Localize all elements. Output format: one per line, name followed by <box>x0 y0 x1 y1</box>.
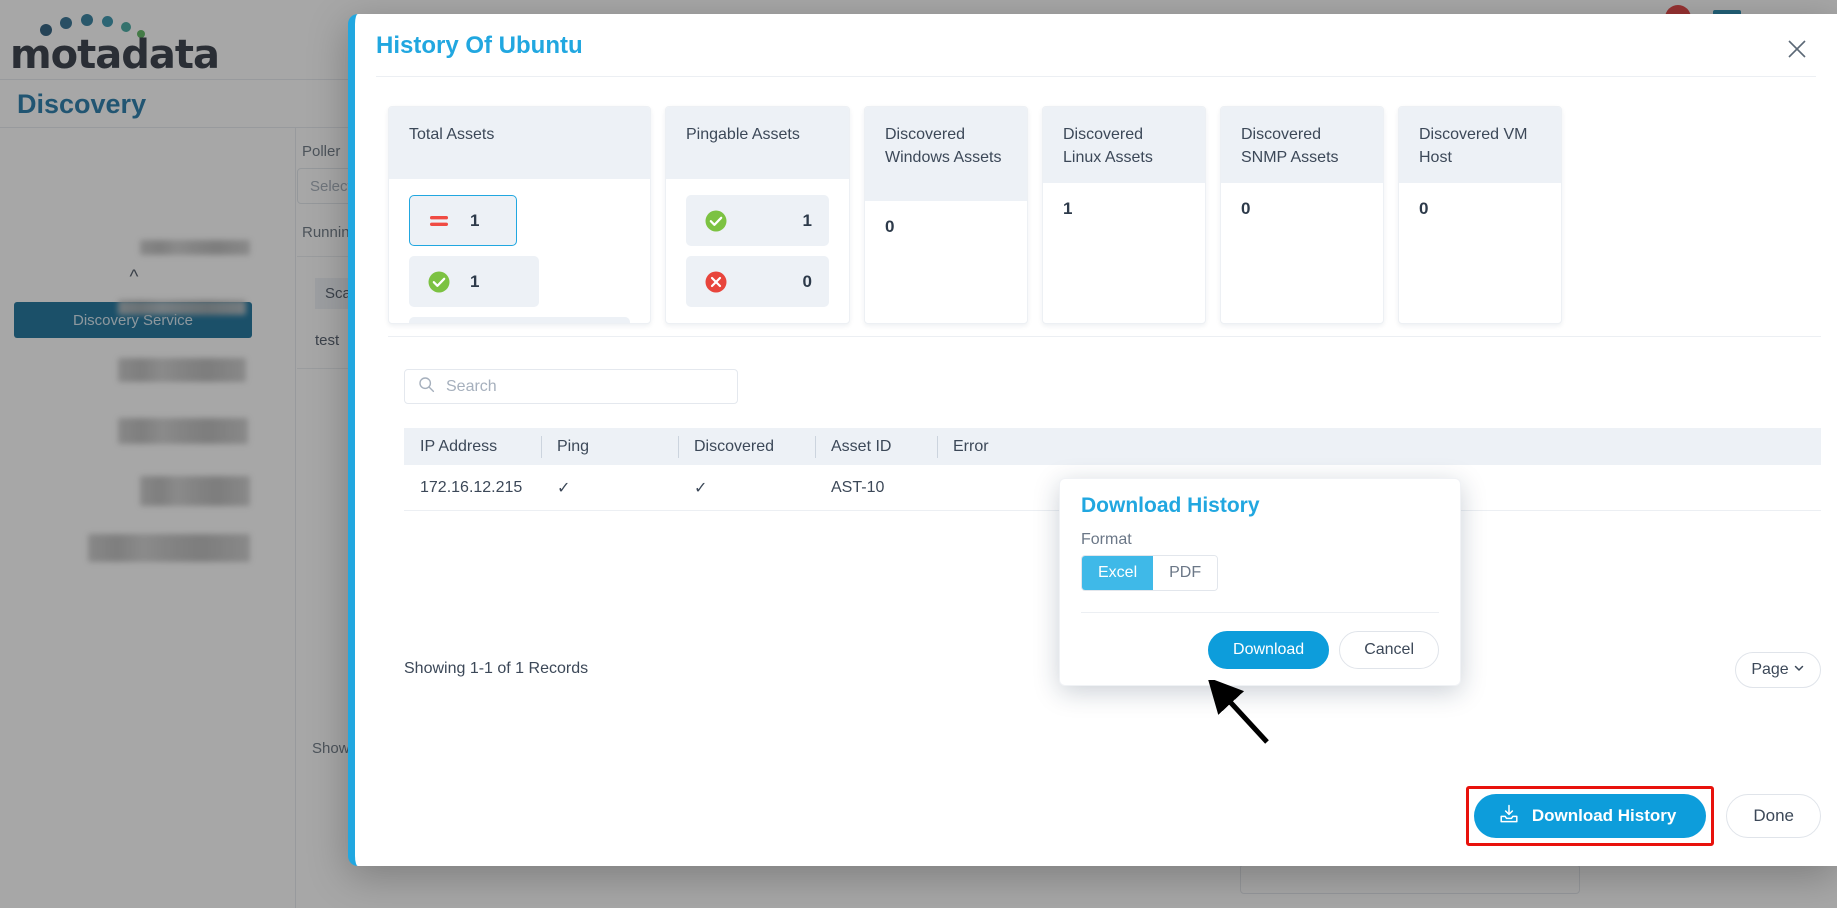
tile-total-unknown[interactable]: 1 <box>409 195 517 246</box>
column-header-ping[interactable]: Ping <box>541 436 678 458</box>
equals-icon <box>426 208 452 234</box>
tile-ping-success[interactable]: 1 <box>686 195 829 246</box>
close-icon[interactable] <box>1784 36 1810 62</box>
modal-header: History Of Ubuntu <box>355 14 1837 76</box>
cell-discovered-check-icon: ✓ <box>678 478 815 498</box>
tile-value: 1 <box>803 211 812 231</box>
card-discovered-linux-assets: Discovered Linux Assets 1 <box>1042 106 1206 324</box>
tile-value: 0 <box>803 272 812 292</box>
cell-ip-address: 172.16.12.215 <box>404 479 541 497</box>
cards-divider <box>388 336 1821 337</box>
modal-footer: Download History Done <box>1466 786 1821 846</box>
cell-asset-id: AST-10 <box>815 479 937 497</box>
done-button[interactable]: Done <box>1726 794 1821 838</box>
download-tray-icon <box>1498 803 1520 830</box>
popover-divider <box>1081 612 1439 613</box>
tile-value: 1 <box>470 211 479 231</box>
download-history-popover: Download History Format Excel PDF Downlo… <box>1059 478 1461 686</box>
column-header-asset-id[interactable]: Asset ID <box>815 436 937 458</box>
download-history-button[interactable]: Download History <box>1474 794 1707 838</box>
card-pingable-assets: Pingable Assets 1 <box>665 106 850 324</box>
search-box[interactable] <box>404 369 738 404</box>
popover-actions: Download Cancel <box>1208 631 1439 669</box>
card-discovered-windows-assets: Discovered Windows Assets 0 <box>864 106 1028 324</box>
tile-total-success[interactable]: 1 <box>409 256 539 307</box>
format-option-excel[interactable]: Excel <box>1082 556 1153 590</box>
search-input[interactable] <box>444 377 724 397</box>
format-option-pdf[interactable]: PDF <box>1153 556 1217 590</box>
column-header-ip-address[interactable]: IP Address <box>404 436 541 458</box>
records-summary: Showing 1-1 of 1 Records <box>404 660 588 678</box>
history-modal: History Of Ubuntu Total Assets <box>348 14 1837 866</box>
card-value: 0 <box>1419 199 1541 219</box>
cancel-button[interactable]: Cancel <box>1339 631 1439 669</box>
format-segmented-control: Excel PDF <box>1081 555 1218 591</box>
card-total-assets: Total Assets 1 <box>388 106 651 324</box>
stat-cards: Total Assets 1 <box>388 106 1821 324</box>
download-history-highlight: Download History <box>1466 786 1715 846</box>
table-header-row: IP Address Ping Discovered Asset ID Erro… <box>404 428 1821 465</box>
download-button[interactable]: Download <box>1208 631 1329 669</box>
format-label: Format <box>1081 531 1132 549</box>
card-value: 0 <box>1241 199 1363 219</box>
card-discovered-vm-host: Discovered VM Host 0 <box>1398 106 1562 324</box>
header-divider <box>376 76 1816 77</box>
page-select-label: Page <box>1751 661 1788 679</box>
chevron-down-icon <box>1793 661 1805 679</box>
card-title: Discovered VM Host <box>1399 107 1561 183</box>
card-discovered-snmp-assets: Discovered SNMP Assets 0 <box>1220 106 1384 324</box>
modal-title: History Of Ubuntu <box>376 32 583 60</box>
card-title: Discovered Windows Assets <box>865 107 1027 201</box>
check-circle-icon <box>703 208 729 234</box>
card-title: Pingable Assets <box>666 107 849 179</box>
cell-ping-check-icon: ✓ <box>541 478 678 498</box>
column-header-discovered[interactable]: Discovered <box>678 436 815 458</box>
card-title: Discovered Linux Assets <box>1043 107 1205 183</box>
popover-title: Download History <box>1081 494 1260 518</box>
card-value: 0 <box>885 217 1007 237</box>
search-icon <box>418 376 435 398</box>
tile-total-failed[interactable]: 0 <box>409 317 630 324</box>
card-title: Discovered SNMP Assets <box>1221 107 1383 183</box>
times-circle-icon <box>703 269 729 295</box>
check-circle-icon <box>426 269 452 295</box>
column-header-error[interactable]: Error <box>937 436 1821 458</box>
card-title: Total Assets <box>389 107 650 179</box>
annotation-arrow <box>1205 680 1285 760</box>
tile-ping-failed[interactable]: 0 <box>686 256 829 307</box>
card-value: 1 <box>1063 199 1185 219</box>
download-history-label: Download History <box>1532 806 1677 826</box>
tile-value: 1 <box>470 272 479 292</box>
page-size-select[interactable]: Page <box>1735 652 1821 688</box>
